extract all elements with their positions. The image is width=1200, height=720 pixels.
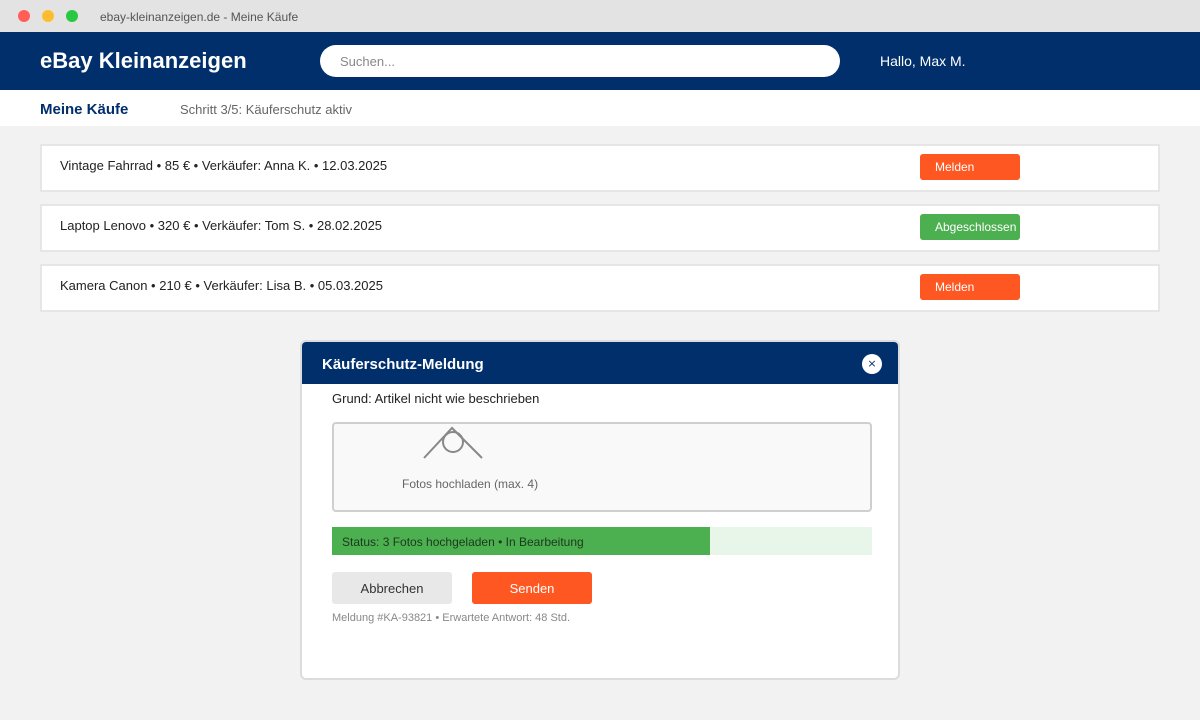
- cancel-button[interactable]: Abbrechen: [332, 572, 452, 604]
- report-reason: Grund: Artikel nicht wie beschrieben: [332, 391, 540, 406]
- user-greeting[interactable]: Hallo, Max M.: [880, 53, 966, 69]
- report-meta: Meldung #KA-93821 • Erwartete Antwort: 4…: [332, 612, 571, 624]
- maximize-window-button[interactable]: [66, 10, 78, 22]
- camera-icon: [423, 426, 483, 459]
- buyer-protection-dialog: Käuferschutz-Meldung × Grund: Artikel ni…: [300, 340, 900, 680]
- window-titlebar: ebay-kleinanzeigen.de - Meine Käufe: [0, 0, 1200, 32]
- close-window-button[interactable]: [18, 10, 30, 22]
- subheader: Meine Käufe Schritt 3/5: Käuferschutz ak…: [0, 90, 1200, 126]
- report-button[interactable]: Melden: [920, 274, 1020, 300]
- step-indicator: Schritt 3/5: Käuferschutz aktiv: [180, 102, 352, 117]
- minimize-window-button[interactable]: [42, 10, 54, 22]
- window-title: ebay-kleinanzeigen.de - Meine Käufe: [100, 10, 299, 24]
- site-header: eBay Kleinanzeigen Hallo, Max M.: [0, 32, 1200, 90]
- purchase-details: Kamera Canon • 210 € • Verkäufer: Lisa B…: [60, 278, 383, 293]
- progress-status: Status: 3 Fotos hochgeladen • In Bearbei…: [342, 535, 584, 549]
- photo-upload-area[interactable]: Fotos hochladen (max. 4): [332, 422, 872, 512]
- purchase-row: Laptop Lenovo • 320 € • Verkäufer: Tom S…: [40, 204, 1160, 252]
- purchase-details: Laptop Lenovo • 320 € • Verkäufer: Tom S…: [60, 218, 383, 233]
- site-logo[interactable]: eBay Kleinanzeigen: [40, 48, 247, 74]
- search-input[interactable]: [320, 45, 840, 77]
- report-button[interactable]: Melden: [920, 154, 1020, 180]
- upload-progress-bar: Status: 3 Fotos hochgeladen • In Bearbei…: [332, 527, 872, 555]
- purchase-row: Vintage Fahrrad • 85 € • Verkäufer: Anna…: [40, 144, 1160, 192]
- close-icon[interactable]: ×: [862, 354, 882, 374]
- dialog-header: Käuferschutz-Meldung ×: [302, 342, 898, 384]
- purchase-details: Vintage Fahrrad • 85 € • Verkäufer: Anna…: [60, 158, 388, 173]
- upload-label: Fotos hochladen (max. 4): [402, 477, 539, 491]
- dialog-title: Käuferschutz-Meldung: [322, 356, 484, 373]
- completed-button[interactable]: Abgeschlossen: [920, 214, 1020, 240]
- send-button[interactable]: Senden: [472, 572, 592, 604]
- page-title: Meine Käufe: [40, 101, 129, 118]
- purchase-row: Kamera Canon • 210 € • Verkäufer: Lisa B…: [40, 264, 1160, 312]
